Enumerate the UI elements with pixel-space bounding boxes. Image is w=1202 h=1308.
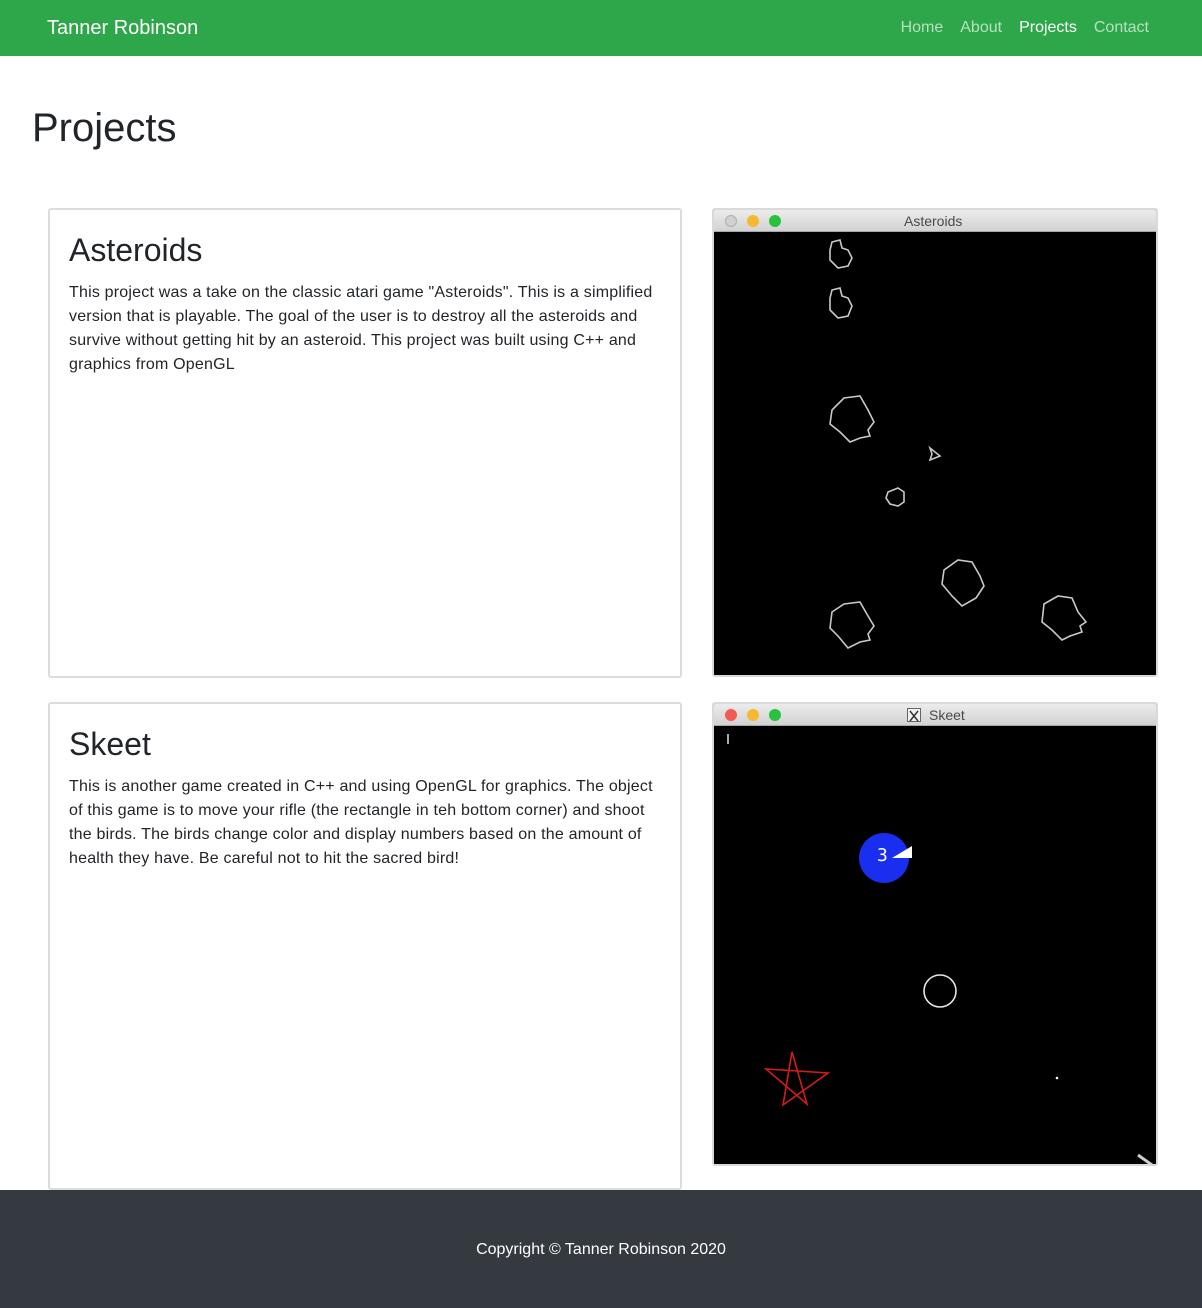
nav-link-contact[interactable]: Contact: [1094, 17, 1149, 39]
rifle: [1137, 1153, 1153, 1164]
asteroids-screenshot: Asteroids: [712, 208, 1158, 677]
window-title: Asteroids: [904, 213, 963, 229]
window-close-icon: [725, 215, 737, 227]
project-title: Skeet: [69, 726, 151, 762]
asteroids-scene: [829, 239, 1088, 649]
footer-copyright: Copyright © Tanner Robinson 2020: [476, 1241, 726, 1258]
navbar: Tanner Robinson Home About Projects Cont…: [0, 0, 1202, 56]
nav-link-projects[interactable]: Projects: [1019, 17, 1077, 39]
nav-link-home[interactable]: Home: [901, 17, 944, 39]
window-zoom-icon: [769, 215, 781, 227]
window-close-icon: [725, 709, 737, 721]
bullet: [1055, 1076, 1059, 1080]
project-description: This is another game created in C++ and …: [69, 778, 653, 867]
asteroid-large: [829, 601, 875, 649]
asteroid-small: [885, 487, 905, 507]
nav-link-about[interactable]: About: [960, 17, 1002, 39]
skeet-scene: [727, 734, 1153, 1164]
window-titlebar: Skeet: [714, 704, 1156, 726]
skeet-game-canvas: 3: [714, 728, 1156, 1164]
project-description: This project was a take on the classic a…: [69, 284, 653, 373]
asteroid-large: [1041, 595, 1088, 641]
project-title: Asteroids: [69, 232, 203, 268]
window-title: Skeet: [929, 707, 965, 723]
ship: [928, 445, 942, 462]
window-zoom-icon: [769, 709, 781, 721]
standard-bird: [923, 974, 957, 1008]
asteroid-large: [829, 395, 875, 443]
asteroid-large: [941, 559, 985, 607]
window-titlebar: Asteroids: [714, 210, 1156, 232]
project-card-skeet: Skeet This is another game created in C+…: [48, 702, 682, 1190]
nav-links: Home About Projects Contact: [901, 17, 1149, 39]
window-minimize-icon: [747, 709, 759, 721]
window-minimize-icon: [747, 215, 759, 227]
skeet-screenshot: Skeet 3: [712, 702, 1158, 1166]
asteroids-game-canvas: [714, 234, 1156, 675]
footer: Copyright © Tanner Robinson 2020: [0, 1190, 1202, 1308]
asteroid-shard: [829, 239, 853, 269]
asteroid-shard: [829, 287, 853, 319]
sacred-bird: [763, 1051, 831, 1107]
bird-health-label: 3: [877, 845, 888, 866]
navbar-brand[interactable]: Tanner Robinson: [47, 16, 198, 40]
page-title: Projects: [32, 106, 177, 150]
project-card-asteroids: Asteroids This project was a take on the…: [48, 208, 682, 678]
x11-icon: [907, 708, 921, 722]
